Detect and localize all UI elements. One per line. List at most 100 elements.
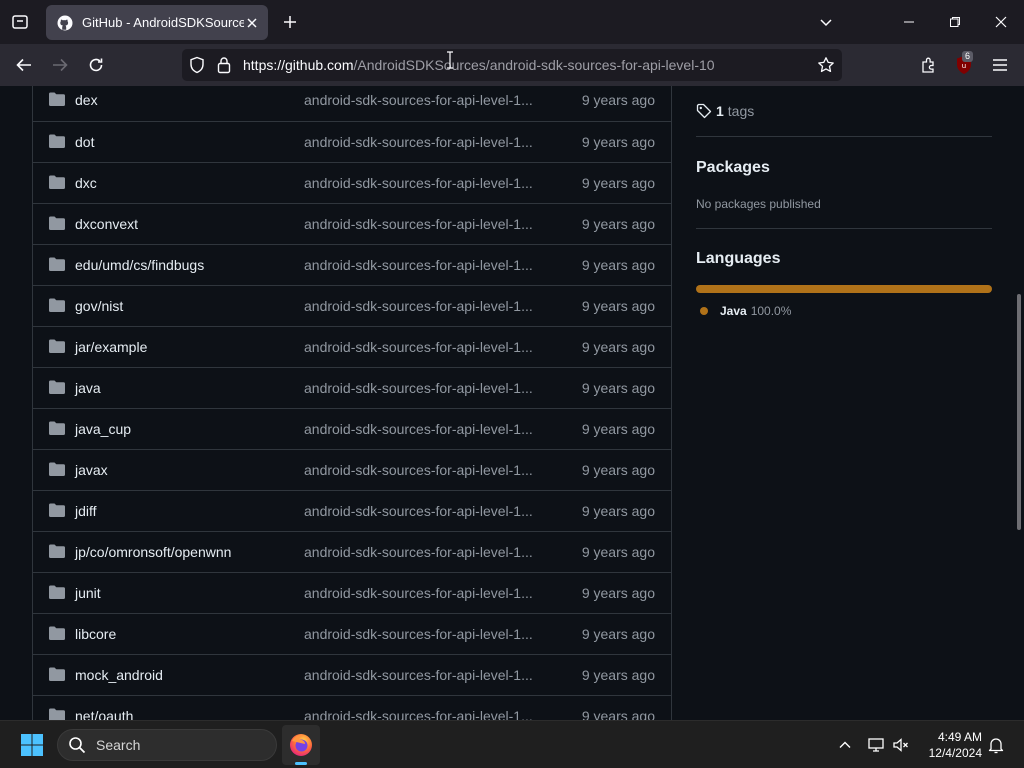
- minimize-button[interactable]: [897, 10, 921, 34]
- folder-icon: [49, 134, 65, 148]
- file-name-link[interactable]: net/oauth: [75, 708, 133, 720]
- divider: [696, 228, 992, 229]
- list-all-tabs-icon[interactable]: [8, 10, 32, 34]
- file-name-link[interactable]: junit: [75, 585, 101, 601]
- file-name-link[interactable]: dxconvext: [75, 216, 138, 232]
- file-row: javax android-sdk-sources-for-api-level-1…: [33, 449, 671, 490]
- commit-message-link[interactable]: android-sdk-sources-for-api-level-1...: [304, 462, 537, 478]
- file-name-link[interactable]: mock_android: [75, 667, 163, 683]
- extensions-icon[interactable]: [916, 52, 942, 78]
- url-host: https://github.com: [243, 57, 354, 73]
- commit-message-link[interactable]: android-sdk-sources-for-api-level-1...: [304, 708, 537, 720]
- language-item-java[interactable]: Java 100.0%: [700, 304, 791, 318]
- file-name-link[interactable]: java: [75, 380, 101, 396]
- file-name-link[interactable]: libcore: [75, 626, 116, 642]
- tags-link[interactable]: 1 tags: [696, 103, 754, 119]
- commit-message-link[interactable]: android-sdk-sources-for-api-level-1...: [304, 298, 537, 314]
- commit-message-link[interactable]: android-sdk-sources-for-api-level-1...: [304, 626, 537, 642]
- file-name-link[interactable]: dot: [75, 134, 94, 150]
- file-row: dot android-sdk-sources-for-api-level-1..…: [33, 121, 671, 162]
- language-name: Java: [720, 304, 747, 318]
- file-row: gov/nist android-sdk-sources-for-api-leve…: [33, 285, 671, 326]
- file-name-link[interactable]: dxc: [75, 175, 97, 191]
- packages-heading[interactable]: Packages: [696, 159, 770, 177]
- chevron-up-icon[interactable]: [835, 735, 855, 755]
- folder-icon: [49, 421, 65, 435]
- url-text[interactable]: https://github.com/AndroidSDKSources/and…: [243, 57, 715, 73]
- folder-icon: [49, 462, 65, 476]
- file-row: dex android-sdk-sources-for-api-level-1..…: [33, 86, 671, 121]
- commit-message-link[interactable]: android-sdk-sources-for-api-level-1...: [304, 421, 537, 437]
- file-name-link[interactable]: jdiff: [75, 503, 97, 519]
- bookmark-star-icon[interactable]: [817, 56, 835, 79]
- commit-time: 9 years ago: [581, 92, 655, 108]
- url-path: /AndroidSDKSources/android-sdk-sources-f…: [353, 57, 715, 73]
- commit-message-link[interactable]: android-sdk-sources-for-api-level-1...: [304, 216, 537, 232]
- hamburger-menu-icon[interactable]: [987, 52, 1013, 78]
- new-tab-button[interactable]: [278, 10, 302, 34]
- commit-message-link[interactable]: android-sdk-sources-for-api-level-1...: [304, 544, 537, 560]
- language-bar: [696, 285, 992, 293]
- language-percent: 100.0%: [750, 304, 792, 318]
- commit-message-link[interactable]: android-sdk-sources-for-api-level-1...: [304, 134, 537, 150]
- lock-icon[interactable]: [217, 56, 231, 79]
- clock-date: 12/4/2024: [928, 746, 982, 760]
- file-name-link[interactable]: dex: [75, 92, 98, 108]
- system-clock[interactable]: 4:49 AM 12/4/2024: [918, 729, 982, 761]
- back-button[interactable]: [11, 52, 37, 78]
- commit-time: 9 years ago: [581, 626, 655, 642]
- folder-icon: [49, 298, 65, 312]
- file-row: libcore android-sdk-sources-for-api-level…: [33, 613, 671, 654]
- file-name-link[interactable]: jar/example: [75, 339, 147, 355]
- file-name-link[interactable]: edu/umd/cs/findbugs: [75, 257, 204, 273]
- file-name-link[interactable]: java_cup: [75, 421, 131, 437]
- commit-message-link[interactable]: android-sdk-sources-for-api-level-1...: [304, 585, 537, 601]
- commit-message-link[interactable]: android-sdk-sources-for-api-level-1...: [304, 339, 537, 355]
- reload-button[interactable]: [83, 52, 109, 78]
- browser-tab-bar: GitHub - AndroidSDKSources/a: [0, 0, 1024, 44]
- folder-icon: [49, 175, 65, 189]
- commit-time: 9 years ago: [581, 585, 655, 601]
- commit-time: 9 years ago: [581, 462, 655, 478]
- chevron-down-icon[interactable]: [814, 10, 838, 34]
- close-window-button[interactable]: [989, 10, 1013, 34]
- commit-message-link[interactable]: android-sdk-sources-for-api-level-1...: [304, 503, 537, 519]
- arrow-left-icon: [16, 58, 31, 72]
- notifications-bell-icon[interactable]: [986, 735, 1006, 755]
- github-icon: [56, 14, 74, 32]
- taskbar-search[interactable]: Search: [57, 729, 277, 761]
- browser-tab[interactable]: GitHub - AndroidSDKSources/a: [46, 5, 268, 40]
- windows-start-icon[interactable]: [20, 733, 44, 757]
- folder-icon: [49, 708, 65, 720]
- file-list: dex android-sdk-sources-for-api-level-1..…: [32, 86, 672, 720]
- reload-icon: [89, 58, 103, 72]
- volume-muted-icon[interactable]: [891, 735, 911, 755]
- commit-message-link[interactable]: android-sdk-sources-for-api-level-1...: [304, 92, 537, 108]
- page-scrollbar[interactable]: [1017, 294, 1021, 530]
- file-row: edu/umd/cs/findbugs android-sdk-sources-f…: [33, 244, 671, 285]
- url-bar[interactable]: https://github.com/AndroidSDKSources/and…: [182, 49, 842, 81]
- language-color-dot: [700, 307, 708, 315]
- languages-heading: Languages: [696, 250, 781, 267]
- commit-message-link[interactable]: android-sdk-sources-for-api-level-1...: [304, 380, 537, 396]
- file-row: java_cup android-sdk-sources-for-api-leve…: [33, 408, 671, 449]
- commit-message-link[interactable]: android-sdk-sources-for-api-level-1...: [304, 257, 537, 273]
- github-page: dex android-sdk-sources-for-api-level-1..…: [0, 86, 1024, 720]
- commit-time: 9 years ago: [581, 216, 655, 232]
- folder-icon: [49, 257, 65, 271]
- firefox-taskbar-button[interactable]: [282, 725, 320, 765]
- file-name-link[interactable]: javax: [75, 462, 108, 478]
- restore-button[interactable]: [943, 10, 967, 34]
- shield-icon[interactable]: [189, 56, 205, 79]
- network-icon[interactable]: [866, 735, 886, 755]
- file-name-link[interactable]: jp/co/omronsoft/openwnn: [75, 544, 231, 560]
- folder-icon: [49, 585, 65, 599]
- close-tab-icon[interactable]: [243, 14, 260, 31]
- packages-empty-text: No packages published: [696, 197, 821, 211]
- file-name-link[interactable]: gov/nist: [75, 298, 123, 314]
- commit-message-link[interactable]: android-sdk-sources-for-api-level-1...: [304, 175, 537, 191]
- tab-title: GitHub - AndroidSDKSources/a: [82, 15, 244, 30]
- commit-message-link[interactable]: android-sdk-sources-for-api-level-1...: [304, 667, 537, 683]
- forward-button[interactable]: [47, 52, 73, 78]
- active-app-indicator: [295, 762, 307, 765]
